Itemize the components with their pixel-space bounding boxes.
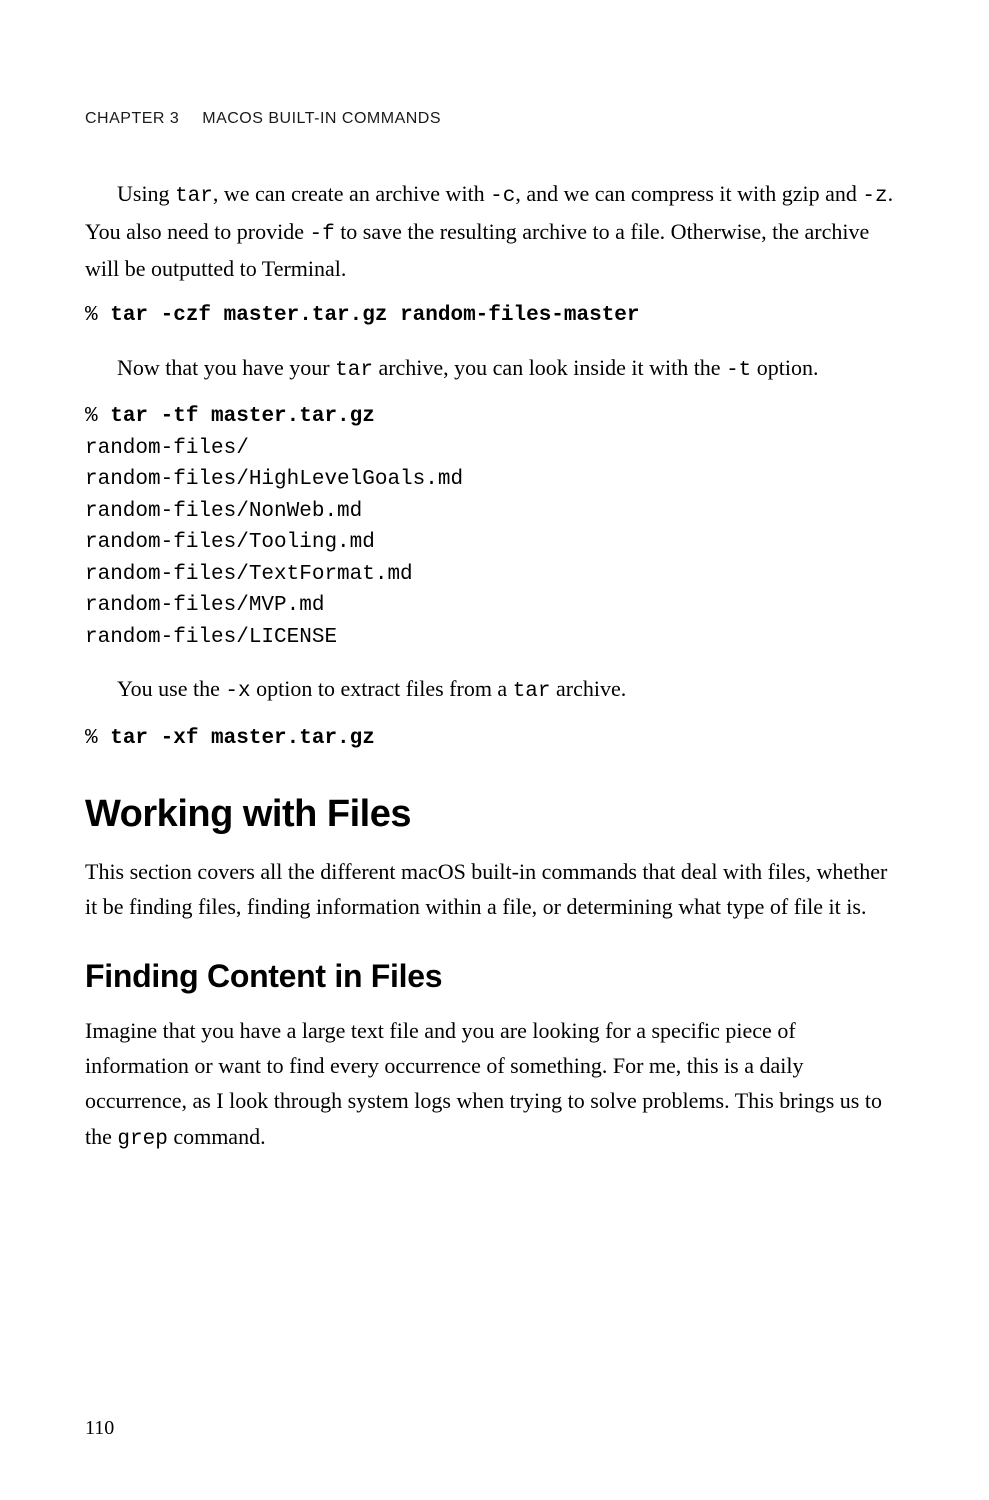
code-block-tar-xf: % tar -xf master.tar.gz <box>85 723 904 755</box>
page-number: 110 <box>85 1417 114 1440</box>
paragraph-working-with-files: This section covers all the different ma… <box>85 854 904 924</box>
heading-finding-content: Finding Content in Files <box>85 958 904 995</box>
page-header: CHAPTER 3 MACOS BUILT-IN COMMANDS <box>85 110 904 128</box>
paragraph-finding-content: Imagine that you have a large text file … <box>85 1013 904 1156</box>
code-block-tar-czf: % tar -czf master.tar.gz random-files-ma… <box>85 300 904 332</box>
code-flag-f: -f <box>309 223 334 246</box>
paragraph-tar-extract: You use the -x option to extract files f… <box>85 671 904 709</box>
heading-working-with-files: Working with Files <box>85 793 904 836</box>
command-text: tar -xf master.tar.gz <box>110 727 375 750</box>
code-tar: tar <box>335 359 373 382</box>
command-output: random-files/ random-files/HighLevelGoal… <box>85 437 463 649</box>
chapter-label: CHAPTER 3 <box>85 110 179 127</box>
command-text: tar -czf master.tar.gz random-files-mast… <box>110 304 639 327</box>
paragraph-tar-list: Now that you have your tar archive, you … <box>85 350 904 388</box>
paragraph-tar-intro: Using tar, we can create an archive with… <box>85 176 904 286</box>
code-flag-z: -z <box>862 185 887 208</box>
code-grep: grep <box>117 1128 167 1151</box>
code-tar: tar <box>175 185 213 208</box>
code-block-tar-tf: % tar -tf master.tar.gz random-files/ ra… <box>85 401 904 653</box>
command-text: tar -tf master.tar.gz <box>110 405 375 428</box>
code-flag-x: -x <box>225 680 250 703</box>
code-flag-t: -t <box>726 359 751 382</box>
code-flag-c: -c <box>490 185 515 208</box>
chapter-title: MACOS BUILT-IN COMMANDS <box>202 110 441 127</box>
code-tar: tar <box>513 680 551 703</box>
